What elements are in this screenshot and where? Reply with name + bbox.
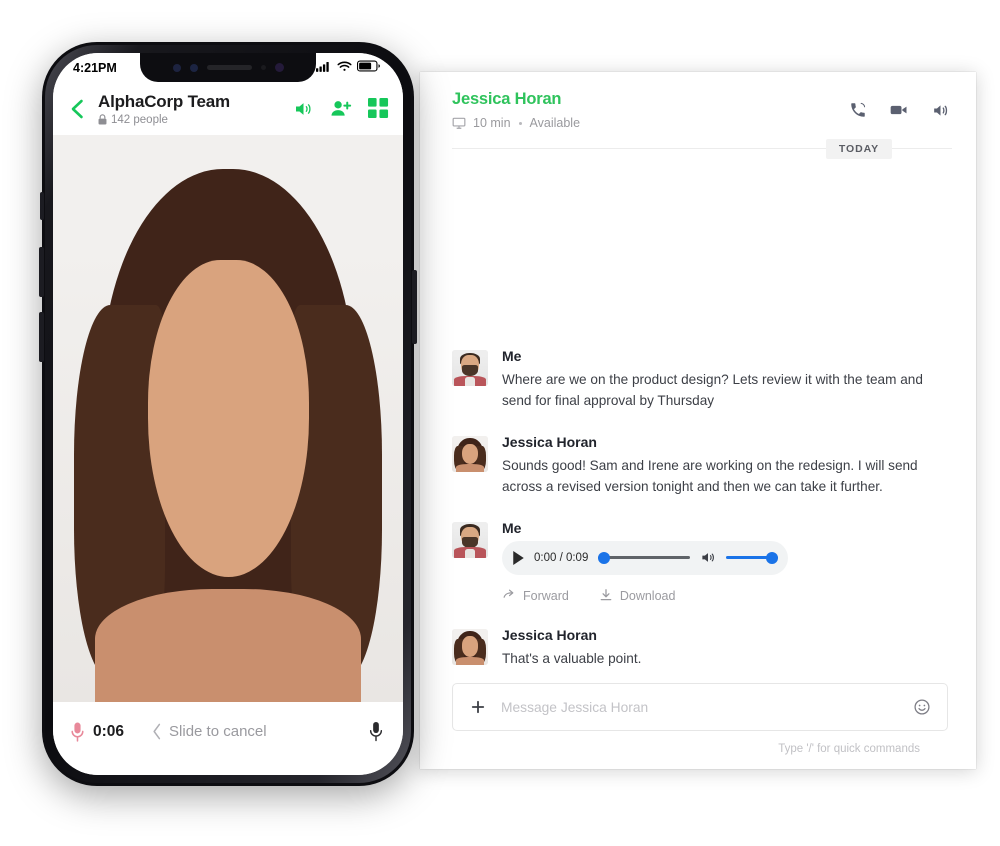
monitor-icon xyxy=(452,116,466,130)
phone-device: 4:21PM AlphaCorp Team 142 people 0:06 Sl… xyxy=(39,42,417,786)
sensor-icon xyxy=(189,63,198,72)
message-row: Me Where are we on the product design? L… xyxy=(452,348,948,412)
audio-message-actions: Forward Download xyxy=(502,588,948,605)
message-text: Where are we on the product design? Lets… xyxy=(502,371,923,409)
phone-screen: 4:21PM AlphaCorp Team 142 people 0:06 Sl… xyxy=(53,53,403,775)
front-camera-icon xyxy=(274,63,284,72)
volume-icon[interactable] xyxy=(700,550,716,565)
message-composer[interactable] xyxy=(452,683,948,731)
download-label: Download xyxy=(619,589,676,604)
avatar xyxy=(452,349,488,386)
composer-hint: Type '/' for quick commands xyxy=(778,743,920,755)
message-body: Me Where are we on the product design? L… xyxy=(502,348,948,412)
speaker-icon[interactable] xyxy=(293,99,314,119)
wifi-icon xyxy=(337,59,352,77)
message-input[interactable] xyxy=(501,699,913,715)
forward-button[interactable]: Forward xyxy=(502,588,569,604)
phone-chat-header: AlphaCorp Team 142 people xyxy=(53,82,403,135)
desktop-header-actions xyxy=(849,100,950,120)
message-text: That's a valuable point. xyxy=(502,650,642,666)
message-sender: Me xyxy=(502,519,522,536)
download-icon xyxy=(599,588,613,605)
microphone-icon[interactable] xyxy=(369,721,383,742)
message-row: Jessica Horan That's a valuable point. xyxy=(452,627,948,669)
message-sender: Me xyxy=(502,347,522,364)
slide-to-cancel[interactable]: Slide to cancel xyxy=(152,723,267,740)
desktop-message-list: Me Where are we on the product design? L… xyxy=(420,149,976,669)
microphone-recording-icon xyxy=(71,722,84,742)
chat-title: AlphaCorp Team xyxy=(98,91,230,111)
message-sender: Jessica Horan xyxy=(502,626,597,643)
desktop-chat-panel: Jessica Horan 10 min Available TODAY Me … xyxy=(420,72,976,769)
speaker-icon[interactable] xyxy=(931,101,950,120)
forward-label: Forward xyxy=(523,589,569,604)
recording-timer: 0:06 xyxy=(93,722,125,740)
last-seen-text: 10 min xyxy=(473,116,511,130)
smiley-face-icon[interactable] xyxy=(913,698,931,716)
play-icon[interactable] xyxy=(512,550,525,565)
download-button[interactable]: Download xyxy=(599,588,676,605)
chevron-left-icon xyxy=(152,723,162,740)
avatar xyxy=(452,628,488,665)
member-count: 142 people xyxy=(111,113,168,126)
message-row: Jessica Horan Sounds good! Sam and Irene… xyxy=(452,434,948,498)
message-body: Jessica Horan That's a valuable point. xyxy=(502,627,948,669)
avatar xyxy=(452,435,488,472)
separator-dot xyxy=(518,121,522,125)
message-body: Jessica Horan Sounds good! Sam and Irene… xyxy=(502,434,948,498)
phone-header-actions xyxy=(293,98,389,119)
lock-icon xyxy=(98,114,107,125)
status-bar-indicators xyxy=(316,59,381,77)
phone-call-icon[interactable] xyxy=(849,101,867,119)
grid-icon[interactable] xyxy=(368,98,389,119)
slide-to-cancel-label: Slide to cancel xyxy=(169,723,267,740)
cellular-signal-icon xyxy=(316,59,332,77)
message-body: Me 0:00 / 0:09 Forward Download xyxy=(502,520,948,605)
phone-notch xyxy=(140,53,316,82)
video-camera-icon[interactable] xyxy=(889,100,909,120)
silent-switch[interactable] xyxy=(40,192,44,220)
battery-icon xyxy=(357,59,381,77)
today-badge: TODAY xyxy=(825,139,892,159)
message-row-audio: Me 0:00 / 0:09 Forward Download xyxy=(452,520,948,605)
message-text: Sounds good! Sam and Irene are working o… xyxy=(502,457,918,495)
volume-down-button[interactable] xyxy=(39,312,44,362)
volume-knob[interactable] xyxy=(766,551,778,564)
status-bar-time: 4:21PM xyxy=(73,60,117,75)
volume-slider[interactable] xyxy=(726,551,778,564)
plus-icon[interactable] xyxy=(469,698,487,716)
phone-header-titles: AlphaCorp Team 142 people xyxy=(98,92,293,126)
back-button[interactable] xyxy=(65,97,94,121)
seek-rail xyxy=(598,556,690,560)
earpiece-speaker xyxy=(206,65,252,70)
composer-wrapper: Type '/' for quick commands xyxy=(420,669,976,769)
audio-time-display: 0:00 / 0:09 xyxy=(534,551,589,564)
audio-player[interactable]: 0:00 / 0:09 xyxy=(502,540,788,575)
message-sender: Jessica Horan xyxy=(502,433,597,450)
header-divider: TODAY xyxy=(452,139,952,159)
power-button[interactable] xyxy=(412,270,417,344)
proximity-sensor-icon xyxy=(260,65,266,70)
availability-text: Available xyxy=(529,116,581,130)
volume-up-button[interactable] xyxy=(39,247,44,297)
seek-knob[interactable] xyxy=(598,551,611,564)
add-person-icon[interactable] xyxy=(330,99,352,119)
forward-arrow-icon xyxy=(502,588,516,604)
desktop-header: Jessica Horan 10 min Available xyxy=(420,72,976,140)
phone-chat-body: Tuesday, 29 June 2020 12:29 PM Where are… xyxy=(53,135,403,702)
phone-recording-bar: 0:06 Slide to cancel xyxy=(53,702,403,775)
avatar xyxy=(452,521,488,558)
audio-seek-slider[interactable] xyxy=(598,551,690,564)
sensor-icon xyxy=(172,63,181,72)
chat-subtitle: 142 people xyxy=(98,114,293,126)
